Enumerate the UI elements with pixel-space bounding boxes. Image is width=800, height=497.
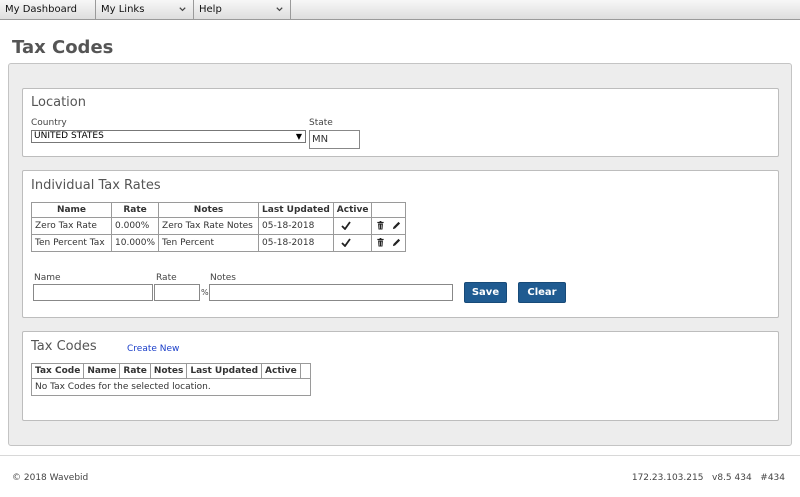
nav-help[interactable]: Help: [194, 0, 291, 20]
footer-divider: [0, 455, 800, 456]
tax-rates-panel: Individual Tax Rates Name Rate Notes Las…: [22, 170, 779, 318]
column-header-notes: Notes: [149, 363, 188, 379]
cell-rate: 10.000%: [110, 234, 160, 252]
clear-button[interactable]: Clear: [518, 282, 566, 303]
cell-actions: [371, 234, 407, 252]
rate-field-label: Rate: [156, 273, 177, 283]
dropdown-arrow-icon: ▼: [295, 132, 302, 141]
tax-codes-table: Tax Code Name Rate Notes Last Updated Ac…: [30, 363, 311, 396]
cell-actions: [371, 217, 407, 235]
top-nav-bar: My Dashboard My Links Help: [0, 0, 800, 20]
column-header-last-updated: Last Updated: [186, 363, 263, 379]
cell-name: Ten Percent Tax: [31, 234, 112, 252]
tax-codes-panel: Tax Codes Create New Tax Code Name Rate …: [22, 331, 779, 421]
nav-my-links-label: My Links: [101, 4, 145, 15]
country-select-value: UNITED STATES: [34, 131, 104, 141]
tax-rates-heading: Individual Tax Rates: [31, 178, 161, 193]
table-row: No Tax Codes for the selected location.: [31, 378, 311, 396]
pencil-icon[interactable]: [392, 238, 401, 247]
cell-last-updated: 05-18-2018: [258, 217, 334, 235]
tax-codes-heading: Tax Codes: [31, 339, 97, 354]
empty-table-message: No Tax Codes for the selected location.: [31, 378, 311, 396]
pencil-icon[interactable]: [392, 221, 401, 230]
checkmark-icon: [341, 238, 351, 247]
nav-my-dashboard[interactable]: My Dashboard: [0, 0, 96, 20]
column-header-active: Active: [261, 363, 301, 379]
page-title: Tax Codes: [12, 37, 114, 58]
column-header-last-updated: Last Updated: [258, 202, 334, 218]
country-select[interactable]: UNITED STATES ▼: [31, 130, 306, 143]
table-header-row: Name Rate Notes Last Updated Active: [31, 202, 407, 218]
checkmark-icon: [341, 221, 351, 230]
chevron-down-icon: [276, 7, 283, 12]
table-header-row: Tax Code Name Rate Notes Last Updated Ac…: [30, 363, 311, 379]
main-content-area: Location Country UNITED STATES ▼ State I…: [8, 63, 792, 446]
name-field-label: Name: [34, 273, 61, 283]
cell-active: [332, 234, 373, 252]
rate-name-input[interactable]: [33, 284, 153, 301]
version-info: 172.23.103.215 v8.5 434 #434: [631, 473, 785, 483]
copyright-text: © 2018 Wavebid: [12, 473, 89, 483]
table-row: Zero Tax Rate 0.000% Zero Tax Rate Notes…: [31, 217, 407, 235]
nav-help-label: Help: [199, 4, 222, 15]
trash-icon[interactable]: [376, 238, 385, 247]
column-header-rate: Rate: [119, 363, 151, 379]
column-header-actions: [299, 363, 311, 379]
cell-name: Zero Tax Rate: [31, 217, 112, 235]
column-header-actions: [371, 202, 407, 218]
nav-my-dashboard-label: My Dashboard: [5, 4, 77, 15]
nav-my-links[interactable]: My Links: [96, 0, 194, 20]
table-row: Ten Percent Tax 10.000% Ten Percent 05-1…: [31, 234, 407, 252]
location-heading: Location: [31, 95, 86, 110]
location-panel: Location Country UNITED STATES ▼ State: [22, 88, 779, 157]
rate-notes-input[interactable]: [209, 284, 453, 301]
create-new-link[interactable]: Create New: [127, 344, 179, 354]
column-header-rate: Rate: [110, 202, 160, 218]
state-input[interactable]: [309, 130, 360, 149]
chevron-down-icon: [179, 7, 186, 12]
save-button[interactable]: Save: [464, 282, 507, 303]
cell-notes: Zero Tax Rate Notes: [158, 217, 260, 235]
cell-active: [332, 217, 373, 235]
column-header-notes: Notes: [158, 202, 260, 218]
trash-icon[interactable]: [376, 221, 385, 230]
cell-last-updated: 05-18-2018: [258, 234, 334, 252]
column-header-name: Name: [31, 202, 112, 218]
column-header-tax-code: Tax Code: [30, 363, 85, 379]
cell-rate: 0.000%: [110, 217, 160, 235]
column-header-active: Active: [332, 202, 373, 218]
rate-value-input[interactable]: [154, 284, 200, 301]
cell-notes: Ten Percent: [158, 234, 260, 252]
state-label: State: [309, 118, 333, 128]
notes-field-label: Notes: [210, 273, 236, 283]
percent-sign: %: [201, 288, 209, 297]
column-header-name: Name: [83, 363, 121, 379]
country-label: Country: [31, 118, 67, 128]
tax-rates-table: Name Rate Notes Last Updated Active Zero…: [31, 202, 407, 252]
